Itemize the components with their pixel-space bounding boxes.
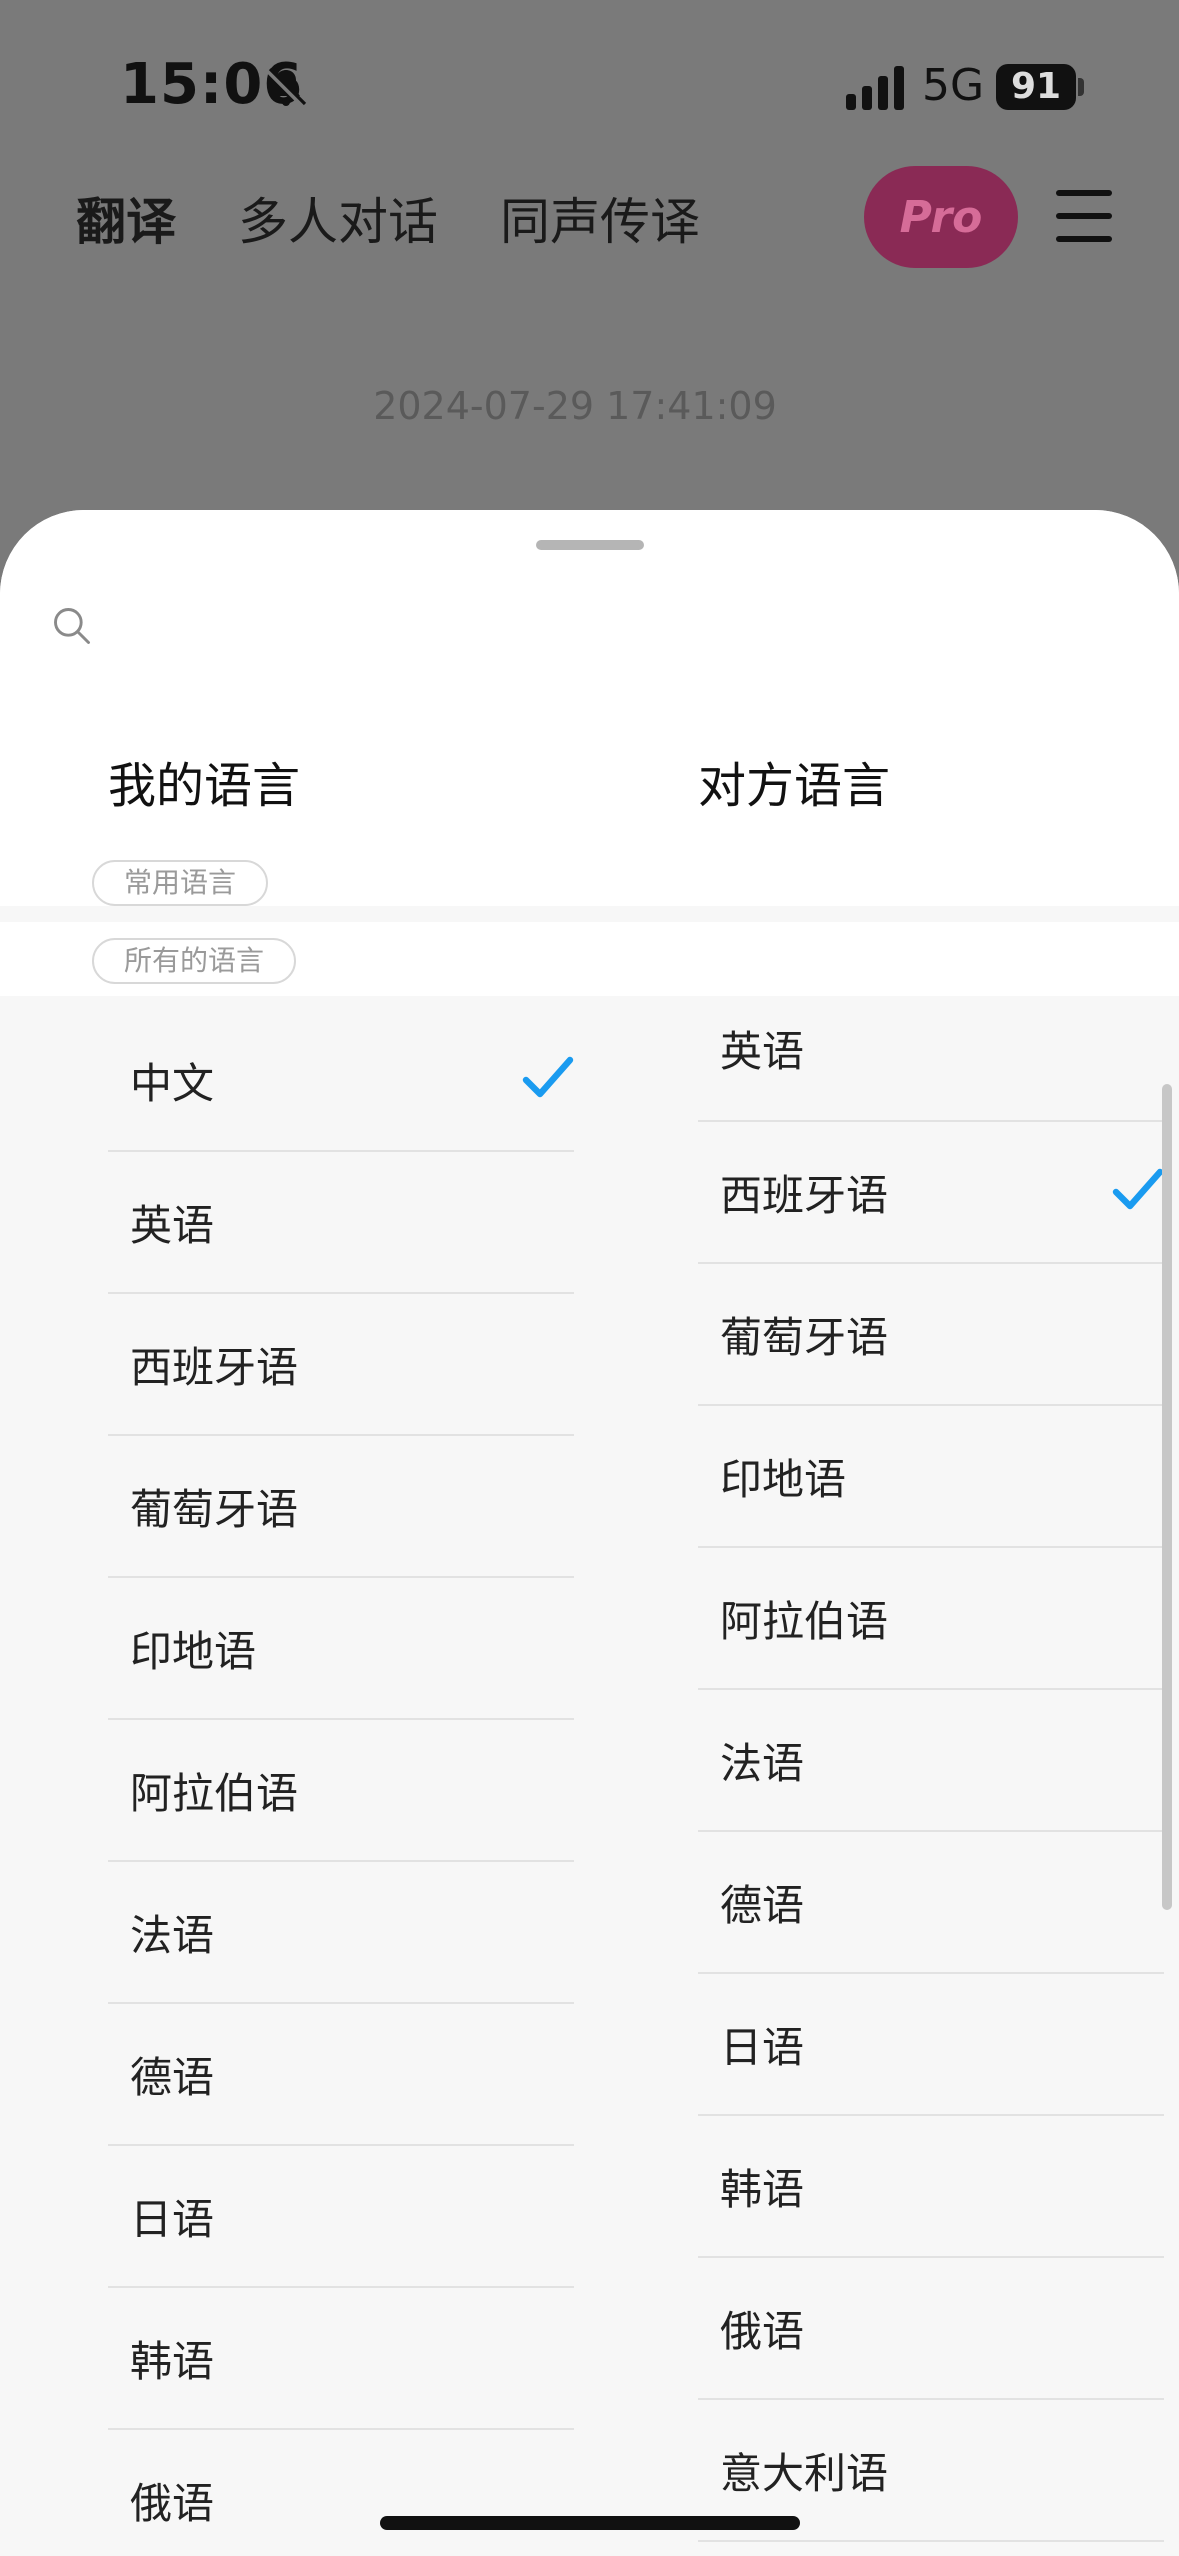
my-language-item-label: 英语 xyxy=(130,1200,215,1250)
other-language-title: 对方语言 xyxy=(698,758,891,814)
my-language-item[interactable]: 日语 xyxy=(108,2146,574,2288)
my-language-item-label: 印地语 xyxy=(130,1626,257,1676)
section-divider xyxy=(0,906,1179,922)
my-language-item-label: 德语 xyxy=(130,2052,215,2102)
my-language-item-label: 法语 xyxy=(130,1910,215,1960)
other-language-item-label: 韩语 xyxy=(720,2164,805,2214)
scrollbar[interactable] xyxy=(1162,1084,1172,1910)
tab-translate[interactable]: 翻译 xyxy=(76,182,176,254)
my-language-item[interactable]: 葡萄牙语 xyxy=(108,1436,574,1578)
my-language-item-label: 中文 xyxy=(130,1058,215,1108)
my-language-item-label: 葡萄牙语 xyxy=(130,1484,299,1534)
other-language-list: 英语 西班牙语 葡萄牙语 印地语 阿拉伯语 法语 德语 日语 韩语 俄语 意大利语 xyxy=(698,1010,1164,2542)
other-language-item-label: 日语 xyxy=(720,2022,805,2072)
tab-multi-person-conversation[interactable]: 多人对话 xyxy=(238,182,438,254)
other-language-item-label: 葡萄牙语 xyxy=(720,1312,889,1362)
my-language-item[interactable]: 西班牙语 xyxy=(108,1294,574,1436)
other-language-item-label: 阿拉伯语 xyxy=(720,1596,889,1646)
other-language-item[interactable]: 日语 xyxy=(698,1974,1164,2116)
checkmark-icon xyxy=(1112,1168,1164,1210)
all-languages-label: 所有的语言 xyxy=(92,938,297,984)
network-type: 5G xyxy=(922,60,985,111)
my-language-item[interactable]: 德语 xyxy=(108,2004,574,2146)
other-language-item[interactable]: 德语 xyxy=(698,1832,1164,1974)
other-language-item[interactable]: 阿拉伯语 xyxy=(698,1548,1164,1690)
other-language-item[interactable]: 印地语 xyxy=(698,1406,1164,1548)
my-language-item[interactable]: 俄语 xyxy=(108,2430,574,2556)
other-language-item[interactable]: 葡萄牙语 xyxy=(698,1264,1164,1406)
other-language-item-label: 英语 xyxy=(720,1027,805,1076)
cellular-signal-icon xyxy=(846,66,904,110)
hamburger-menu-icon[interactable] xyxy=(1056,190,1112,242)
other-language-item-label: 印地语 xyxy=(720,1454,847,1504)
other-language-item[interactable]: 韩语 xyxy=(698,2116,1164,2258)
my-language-item-label: 西班牙语 xyxy=(130,1342,299,1392)
other-language-item-label: 西班牙语 xyxy=(720,1170,889,1220)
battery-tip xyxy=(1078,78,1084,96)
other-language-item-label: 德语 xyxy=(720,1880,805,1930)
battery-indicator: 91 xyxy=(996,64,1076,110)
home-indicator[interactable] xyxy=(380,2516,800,2530)
bell-muted-icon xyxy=(265,67,307,109)
common-languages-label: 常用语言 xyxy=(92,860,269,906)
my-language-item-label: 俄语 xyxy=(130,2478,215,2528)
my-language-item[interactable]: 印地语 xyxy=(108,1578,574,1720)
pro-button[interactable]: Pro xyxy=(864,166,1018,268)
my-language-item[interactable]: 法语 xyxy=(108,1862,574,2004)
other-language-item[interactable]: 俄语 xyxy=(698,2258,1164,2400)
my-language-title: 我的语言 xyxy=(108,758,301,814)
conversation-timestamp: 2024-07-29 17:41:09 xyxy=(373,384,777,428)
status-bar: 15:06 5G 91 xyxy=(0,0,1179,170)
my-language-item-label: 阿拉伯语 xyxy=(130,1768,299,1818)
other-language-item[interactable]: 英语 xyxy=(698,1010,1164,1122)
my-language-item[interactable]: 阿拉伯语 xyxy=(108,1720,574,1862)
other-language-item-label: 俄语 xyxy=(720,2306,805,2356)
checkmark-icon xyxy=(522,1056,574,1098)
my-language-item-label: 日语 xyxy=(130,2194,215,2244)
other-language-item-label: 法语 xyxy=(720,1738,805,1788)
search-icon[interactable] xyxy=(50,604,94,648)
tab-simultaneous-interpretation[interactable]: 同声传译 xyxy=(500,182,700,254)
my-language-item[interactable]: 英语 xyxy=(108,1152,574,1294)
screen: 15:06 5G 91 翻译 多人对话 同声传译 Pro 2024-07-29 … xyxy=(0,0,1179,2556)
my-language-item[interactable]: 中文 xyxy=(108,1010,574,1152)
drag-handle[interactable] xyxy=(536,540,644,550)
other-language-item[interactable]: 法语 xyxy=(698,1690,1164,1832)
sheet-header xyxy=(0,510,1179,906)
language-picker-sheet: 我的语言 对方语言 常用语言 所有的语言 中文 英语 西班牙语 葡萄牙语 印地语 阿拉伯语… xyxy=(0,510,1179,2556)
my-language-item-label: 韩语 xyxy=(130,2336,215,2386)
my-language-item[interactable]: 韩语 xyxy=(108,2288,574,2430)
my-language-list: 中文英语西班牙语葡萄牙语印地语阿拉伯语法语德语日语韩语俄语 xyxy=(108,1010,574,2556)
mode-tabs: 翻译 多人对话 同声传译 xyxy=(76,178,762,258)
other-language-item[interactable]: 西班牙语 xyxy=(698,1122,1164,1264)
